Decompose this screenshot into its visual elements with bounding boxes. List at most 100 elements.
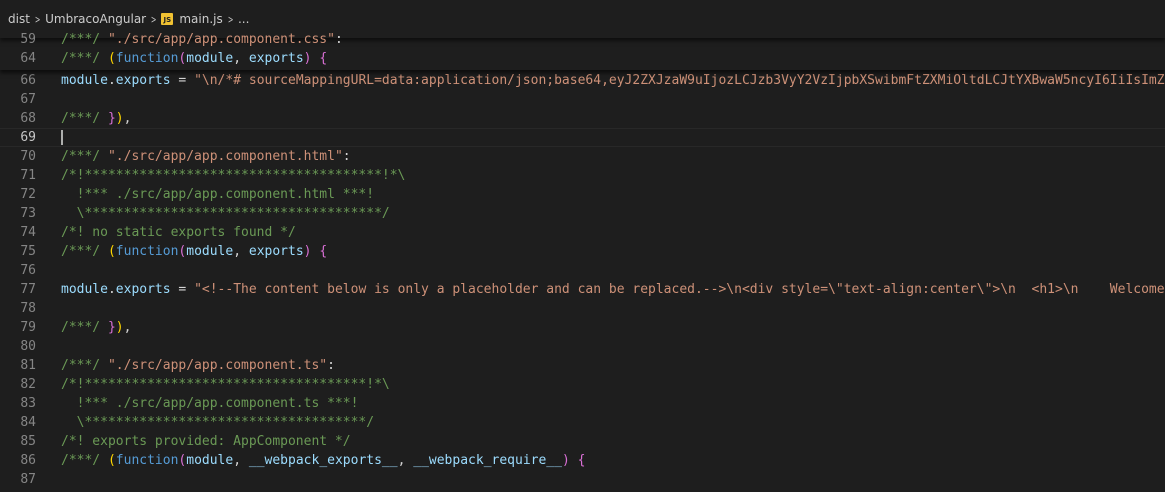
code-token: .: [107, 73, 116, 88]
line-content: /***/ (function(module, exports) {: [61, 242, 327, 261]
line-number: 84: [20, 415, 36, 430]
code-token: (: [107, 453, 116, 468]
code-line[interactable]: 59 /***/ "./src/app/app.component.css":: [0, 30, 1165, 49]
code-token: __webpack_exports__: [248, 453, 398, 468]
code-token: __webpack_require__: [413, 453, 562, 468]
line-content: /***/ "./src/app/app.component.ts":: [61, 356, 335, 375]
code-token: !*** ./src/app/app.component.html ***!: [61, 187, 375, 202]
line-number: 75: [20, 244, 36, 259]
code-line[interactable]: 67: [0, 90, 1165, 109]
code-line[interactable]: 69: [0, 128, 1165, 147]
breadcrumb-item-umbraco-angular[interactable]: UmbracoAngular: [45, 12, 146, 26]
code-token: .: [107, 282, 116, 297]
chevron-right-icon: >: [34, 12, 41, 26]
code-token: ,: [233, 453, 249, 468]
line-content: \************************************/: [61, 413, 374, 432]
code-token: ): [115, 111, 124, 126]
code-line[interactable]: 77 module.exports = "<!--The content belo…: [0, 280, 1165, 299]
code-token: exports: [115, 282, 171, 297]
chevron-right-icon: >: [227, 12, 234, 26]
code-token: {: [577, 453, 586, 468]
code-line[interactable]: 83 !*** ./src/app/app.component.ts ***!: [0, 394, 1165, 413]
line-content: /***/ }),: [61, 109, 131, 128]
line-number: 85: [20, 434, 36, 449]
line-number: 69: [20, 130, 36, 145]
code-token: }: [107, 111, 116, 126]
javascript-file-icon: JS: [161, 13, 174, 25]
code-line[interactable]: 80: [0, 337, 1165, 356]
line-number: 74: [20, 225, 36, 240]
code-line[interactable]: 85 /*! exports provided: AppComponent */: [0, 432, 1165, 451]
line-number: 81: [20, 358, 36, 373]
code-token: /***/: [61, 244, 108, 259]
code-token: ,: [123, 111, 132, 126]
line-content: module.exports = "<!--The content below …: [61, 280, 1165, 299]
code-token: "\n/*# sourceMappingURL=data:application…: [194, 73, 1165, 88]
code-token: ,: [123, 320, 132, 335]
line-content: /*!************************************!…: [61, 375, 390, 394]
code-line[interactable]: 64/***/ (function(module, exports) {: [0, 49, 1165, 68]
code-line[interactable]: 74 /*! no static exports found */: [0, 223, 1165, 242]
code-token: function: [115, 244, 179, 259]
code-token: /***/: [61, 453, 108, 468]
code-line[interactable]: 71 /*!***********************************…: [0, 166, 1165, 185]
line-number: 79: [20, 320, 36, 335]
code-token: function: [115, 453, 179, 468]
code-line[interactable]: 72 !*** ./src/app/app.component.html ***…: [0, 185, 1165, 204]
line-number: 67: [20, 92, 36, 107]
code-line[interactable]: 76: [0, 261, 1165, 280]
code-line[interactable]: 70 /***/ "./src/app/app.component.html":: [0, 147, 1165, 166]
line-number: 66: [20, 73, 36, 88]
line-content: /***/ "./src/app/app.component.css":: [61, 30, 343, 49]
line-content: /*! no static exports found */: [61, 223, 296, 242]
code-token: module: [186, 244, 234, 259]
code-token: ): [561, 453, 570, 468]
line-number: 82: [20, 377, 36, 392]
line-content: module.exports = "\n/*# sourceMappingURL…: [61, 71, 1165, 90]
code-lines[interactable]: 59 /***/ "./src/app/app.component.css": 64…: [0, 30, 1165, 489]
code-line[interactable]: 84 \************************************…: [0, 413, 1165, 432]
code-token: module: [61, 282, 108, 297]
code-token: module: [61, 73, 108, 88]
code-line[interactable]: 86 /***/ (function(module, __webpack_expo…: [0, 451, 1165, 470]
chevron-right-icon: >: [150, 12, 157, 26]
code-line[interactable]: 75/***/ (function(module, exports) {: [0, 242, 1165, 261]
code-line[interactable]: 73 \************************************…: [0, 204, 1165, 223]
text-cursor: [61, 130, 63, 145]
code-token: /***/: [61, 358, 108, 373]
breadcrumb-item-symbols[interactable]: ...: [238, 12, 249, 26]
code-token: /***/: [61, 32, 108, 47]
code-token: exports: [115, 73, 171, 88]
line-content: /***/ (function(module, __webpack_export…: [61, 451, 585, 470]
breadcrumb-item-dist[interactable]: dist: [8, 12, 30, 26]
code-token: ,: [233, 51, 249, 66]
code-token: function: [115, 51, 179, 66]
code-token: module: [186, 51, 234, 66]
code-line[interactable]: 66 module.exports = "\n/*# sourceMappingU…: [0, 71, 1165, 90]
code-editor[interactable]: dist > UmbracoAngular > JS main.js > ...…: [0, 0, 1165, 492]
code-line[interactable]: 79 /***/ }),: [0, 318, 1165, 337]
code-token: ,: [233, 244, 249, 259]
code-line[interactable]: 81 /***/ "./src/app/app.component.ts":: [0, 356, 1165, 375]
code-line[interactable]: 82 /*!***********************************…: [0, 375, 1165, 394]
line-content: \**************************************/: [61, 204, 390, 223]
line-content: /***/ "./src/app/app.component.html":: [61, 147, 351, 166]
code-line[interactable]: 87: [0, 470, 1165, 489]
code-token: /*!************************************!…: [61, 377, 390, 392]
code-token: ,: [397, 453, 414, 468]
line-number: 86: [20, 453, 36, 468]
line-number: 76: [20, 263, 36, 278]
code-token: /*! no static exports found */: [61, 225, 296, 240]
code-line[interactable]: 78: [0, 299, 1165, 318]
code-line[interactable]: 68 /***/ }),: [0, 109, 1165, 128]
line-number: 59: [20, 32, 36, 47]
line-content: !*** ./src/app/app.component.html ***!: [61, 185, 374, 204]
line-content: /***/ }),: [61, 318, 131, 337]
code-token: :: [334, 32, 343, 47]
line-content: /*!*************************************…: [61, 166, 405, 185]
code-token: /*!*************************************…: [61, 168, 406, 183]
code-token: (: [107, 244, 116, 259]
code-token: exports: [248, 51, 304, 66]
breadcrumb-item-main-js[interactable]: main.js: [179, 12, 222, 26]
